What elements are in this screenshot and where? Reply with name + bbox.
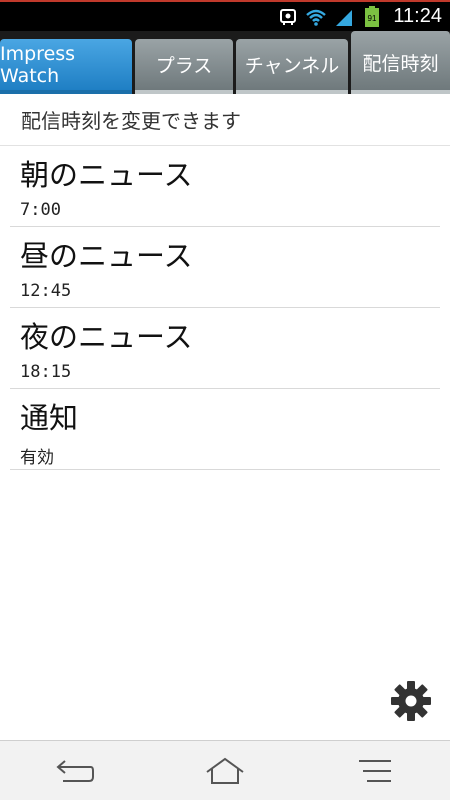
list-item-value: 12:45 (20, 281, 72, 301)
signal-icon (333, 6, 355, 28)
battery-icon: 91 (361, 5, 383, 28)
notification-icon (277, 6, 299, 28)
gear-icon[interactable] (390, 680, 432, 722)
tab-plus[interactable]: プラス (135, 39, 233, 94)
list-item-title: 昼のニュース (20, 239, 193, 273)
page-description: 配信時刻を変更できます (0, 94, 450, 146)
list-item-title: 朝のニュース (20, 158, 193, 192)
navigation-bar (0, 740, 450, 800)
menu-icon[interactable] (345, 751, 405, 791)
tab-impress-watch[interactable]: Impress Watch (0, 39, 132, 94)
list-item-noon-news[interactable]: 昼のニュース 12:45 (10, 227, 440, 308)
back-icon[interactable] (45, 751, 105, 791)
tab-delivery-time[interactable]: 配信時刻 (351, 31, 450, 94)
list-item-title: 通知 (20, 401, 79, 435)
battery-level: 91 (368, 14, 377, 23)
main-content: 配信時刻を変更できます 朝のニュース 7:00 昼のニュース 12:45 夜のニ… (0, 94, 450, 740)
tab-channel[interactable]: チャンネル (236, 39, 348, 94)
list-item-value: 7:00 (20, 200, 61, 220)
status-bar: 91 11:24 (0, 0, 450, 31)
wifi-icon (305, 6, 327, 28)
list-item-evening-news[interactable]: 夜のニュース 18:15 (10, 308, 440, 389)
home-icon[interactable] (195, 751, 255, 791)
clock: 11:24 (393, 5, 442, 27)
tab-bar: Impress Watch プラス チャンネル 配信時刻 (0, 31, 450, 94)
list-item-value: 有効 (20, 448, 54, 468)
list-item-value: 18:15 (20, 362, 72, 382)
settings-list: 朝のニュース 7:00 昼のニュース 12:45 夜のニュース 18:15 通知… (0, 146, 450, 470)
list-item-morning-news[interactable]: 朝のニュース 7:00 (10, 146, 440, 227)
list-item-title: 夜のニュース (20, 320, 193, 354)
list-item-notification[interactable]: 通知 有効 (10, 389, 440, 470)
